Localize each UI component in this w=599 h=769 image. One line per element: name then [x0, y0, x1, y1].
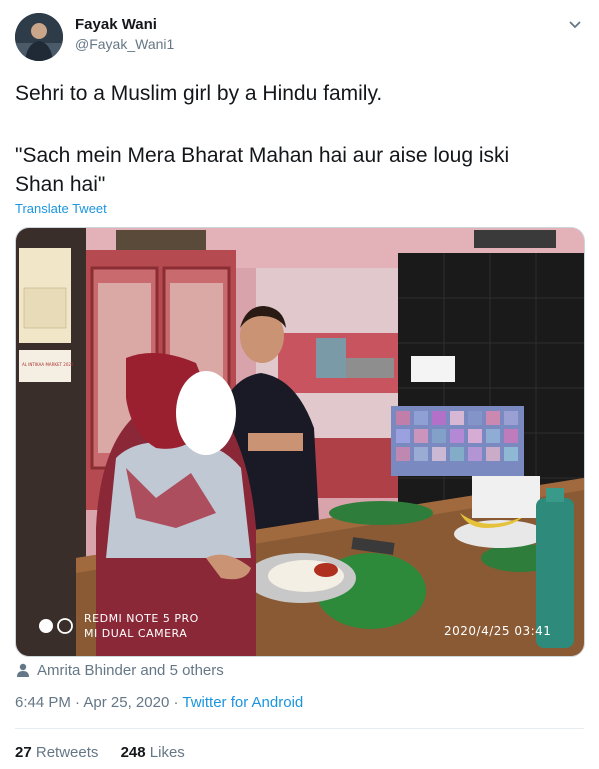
author-handle[interactable]: @Fayak_Wani1	[75, 36, 174, 52]
camera-dot-icon	[39, 619, 53, 633]
chevron-down-icon[interactable]	[566, 16, 584, 34]
retweets-label: Retweets	[35, 744, 99, 761]
likes-label: Likes	[149, 744, 185, 761]
likes-stat[interactable]: 248 Likes	[121, 744, 185, 761]
likes-count: 248	[120, 744, 146, 761]
translate-tweet-link[interactable]: Translate Tweet	[15, 201, 107, 216]
tweet-date[interactable]: Apr 25, 2020	[83, 694, 169, 711]
tweet-card: Fayak Wani @Fayak_Wani1 Sehri to a Musli…	[0, 0, 599, 769]
divider	[15, 728, 584, 729]
photo-scene: AL INTIKAA MARKET 2020	[16, 228, 584, 656]
retweets-count: 27	[15, 744, 32, 761]
liked-by-row[interactable]: Amrita Bhinder and 5 others	[17, 662, 224, 679]
calendar-label: AL INTIKAA MARKET 2020	[22, 362, 74, 367]
tweet-quote-line: Shan hai"	[15, 173, 106, 196]
tweet-quote: "Sach mein Mera Bharat Mahan hai aur ais…	[15, 141, 585, 199]
camera-line-2: MI DUAL CAMERA	[84, 627, 188, 640]
tweet-text-line: Sehri to a Muslim girl by a Hindu family…	[15, 82, 383, 105]
liked-by-text: Amrita Bhinder and 5 others	[37, 662, 224, 679]
avatar[interactable]	[15, 13, 63, 61]
tweet-meta: 6:44 PM · Apr 25, 2020 · Twitter for And…	[15, 694, 303, 711]
retweets-stat[interactable]: 27 Retweets	[15, 744, 98, 761]
author-name[interactable]: Fayak Wani	[75, 16, 157, 33]
tweet-source-link[interactable]: Twitter for Android	[182, 694, 303, 711]
person-icon	[17, 663, 29, 677]
tweet-quote-line: "Sach mein Mera Bharat Mahan hai aur ais…	[15, 144, 510, 167]
meta-separator: ·	[169, 694, 183, 711]
tweet-photo[interactable]: AL INTIKAA MARKET 2020 REDMI NOTE 5 PRO …	[15, 227, 585, 657]
meta-separator: ·	[70, 694, 84, 711]
tweet-stats: 27 Retweets 248 Likes	[15, 744, 203, 761]
camera-line-1: REDMI NOTE 5 PRO	[84, 612, 199, 625]
photo-timestamp: 2020/4/25 03:41	[444, 624, 552, 638]
tweet-time[interactable]: 6:44 PM	[15, 694, 71, 711]
